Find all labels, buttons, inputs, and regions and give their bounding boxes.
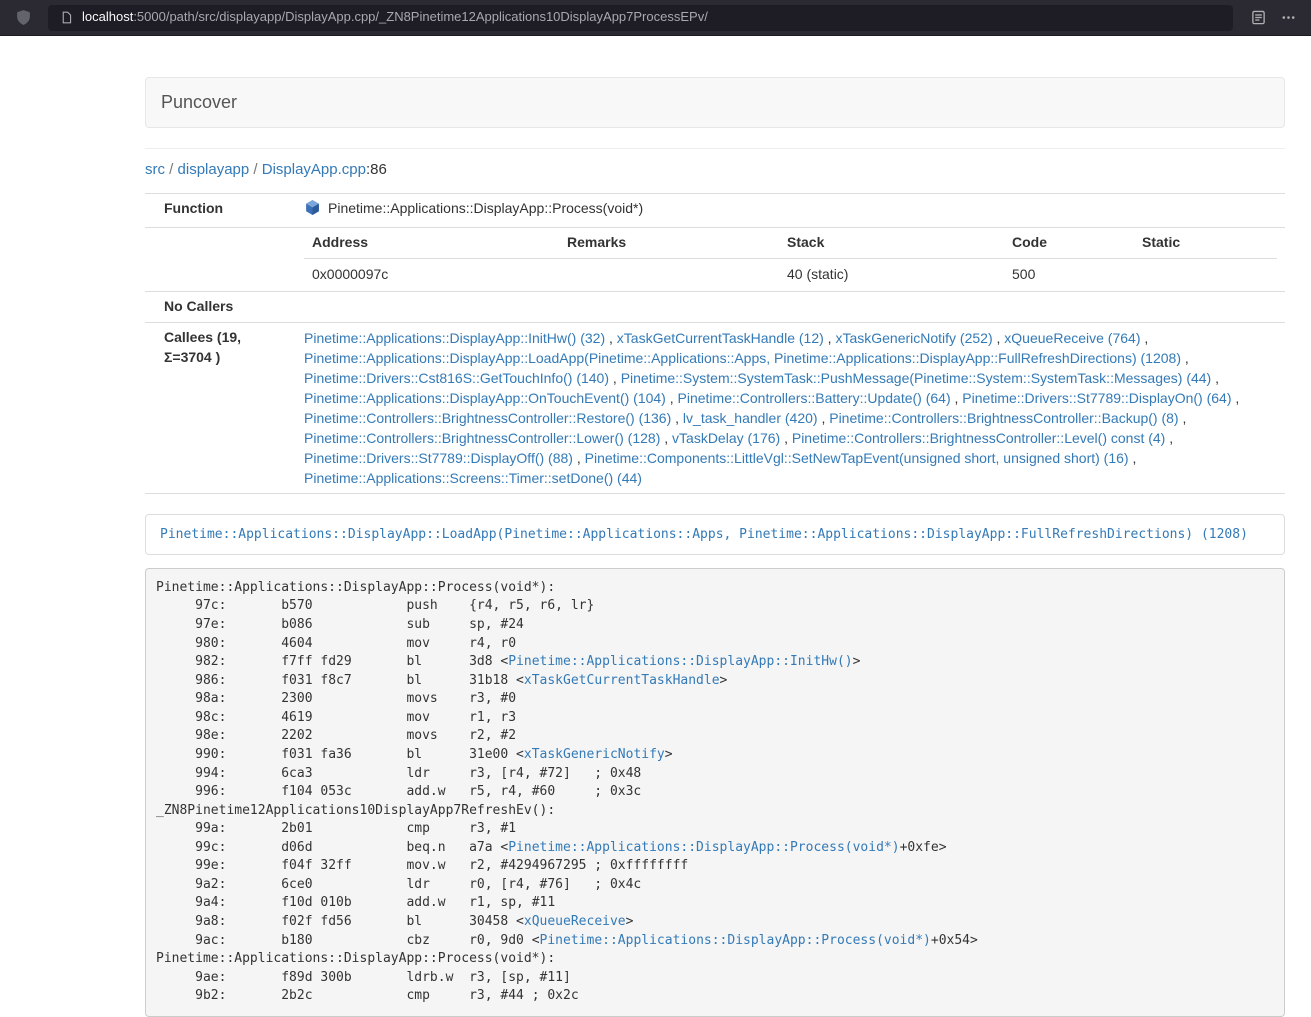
function-icon xyxy=(304,199,321,222)
callee-link[interactable]: lv_task_handler (420) xyxy=(683,410,818,426)
stack-value: 40 (static) xyxy=(779,259,1004,291)
url-path: :5000/path/src/displayapp/DisplayApp.cpp… xyxy=(133,9,708,24)
main-container: Puncover src / displayapp / DisplayApp.c… xyxy=(130,36,1300,1017)
url-text: localhost:5000/path/src/displayapp/Displ… xyxy=(82,8,708,27)
page-icon xyxy=(58,10,74,26)
stats-column-header: Remarks xyxy=(559,228,779,258)
breadcrumb-separator: / xyxy=(165,161,178,178)
breadcrumb-link[interactable]: src xyxy=(145,161,165,178)
callees-row: Callees (19, Σ=3704 ) Pinetime::Applicat… xyxy=(145,323,1285,494)
callee-link[interactable]: Pinetime::Applications::Screens::Timer::… xyxy=(304,470,642,486)
function-name: Pinetime::Applications::DisplayApp::Proc… xyxy=(328,200,643,216)
menu-dots-icon[interactable] xyxy=(1275,5,1301,31)
url-host: localhost xyxy=(82,9,133,24)
breadcrumb-line-number: :86 xyxy=(366,161,387,178)
stats-column-header: Address xyxy=(304,228,559,258)
breadcrumb-link[interactable]: DisplayApp.cpp xyxy=(262,161,366,178)
callee-link[interactable]: Pinetime::System::SystemTask::PushMessag… xyxy=(621,370,1212,386)
callee-link[interactable]: xTaskGenericNotify (252) xyxy=(835,330,992,346)
callee-link[interactable]: Pinetime::Drivers::Cst816S::GetTouchInfo… xyxy=(304,370,609,386)
callee-link[interactable]: Pinetime::Drivers::St7789::DisplayOff() … xyxy=(304,450,573,466)
caller-panel: Pinetime::Applications::DisplayApp::Load… xyxy=(145,514,1285,555)
disassembly-block: Pinetime::Applications::DisplayApp::Proc… xyxy=(145,568,1285,1017)
function-name-cell: Pinetime::Applications::DisplayApp::Proc… xyxy=(296,194,1285,228)
address-value: 0x0000097c xyxy=(304,259,559,291)
stats-row-label xyxy=(145,228,296,292)
breadcrumb-separator: / xyxy=(249,161,262,178)
code-symbol-link[interactable]: Pinetime::Applications::DisplayApp::Init… xyxy=(508,654,852,669)
browser-toolbar: localhost:5000/path/src/displayapp/Displ… xyxy=(0,0,1311,36)
breadcrumb: src / displayapp / DisplayApp.cpp:86 xyxy=(145,159,1285,180)
no-callers-label: No Callers xyxy=(145,292,296,323)
callees-label: Callees (19, Σ=3704 ) xyxy=(145,323,296,494)
callee-link[interactable]: Pinetime::Controllers::BrightnessControl… xyxy=(304,430,660,446)
stats-column-header: Static xyxy=(1134,228,1277,258)
callee-link[interactable]: Pinetime::Drivers::St7789::DisplayOn() (… xyxy=(962,390,1231,406)
code-symbol-link[interactable]: xTaskGetCurrentTaskHandle xyxy=(524,673,720,688)
stats-header-row: AddressRemarksStackCodeStatic xyxy=(304,228,1277,258)
remarks-value xyxy=(559,259,779,291)
code-symbol-link[interactable]: xTaskGenericNotify xyxy=(524,747,665,762)
caller-link[interactable]: Pinetime::Applications::DisplayApp::Load… xyxy=(160,527,1248,542)
callee-link[interactable]: Pinetime::Applications::DisplayApp::Init… xyxy=(304,330,605,346)
breadcrumb-link[interactable]: displayapp xyxy=(178,161,250,178)
code-symbol-link[interactable]: Pinetime::Applications::DisplayApp::Proc… xyxy=(540,933,931,948)
callee-link[interactable]: Pinetime::Controllers::BrightnessControl… xyxy=(792,430,1165,446)
callee-link[interactable]: xTaskGetCurrentTaskHandle (12) xyxy=(617,330,824,346)
callee-link[interactable]: Pinetime::Applications::DisplayApp::Load… xyxy=(304,350,1181,366)
function-row: Function Pinetime::Applications::Display… xyxy=(145,194,1285,228)
stats-row: AddressRemarksStackCodeStatic 0x0000097c… xyxy=(145,228,1285,292)
shield-icon[interactable] xyxy=(10,5,36,31)
stats-column-header: Code xyxy=(1004,228,1134,258)
stats-column-header: Stack xyxy=(779,228,1004,258)
function-label: Function xyxy=(145,194,296,228)
callee-link[interactable]: vTaskDelay (176) xyxy=(672,430,780,446)
reader-view-icon[interactable] xyxy=(1245,5,1271,31)
static-value xyxy=(1134,259,1277,291)
code-value: 500 xyxy=(1004,259,1134,291)
brand-link[interactable]: Puncover xyxy=(161,90,237,116)
callee-link[interactable]: xQueueReceive (764) xyxy=(1004,330,1140,346)
divider xyxy=(145,148,1285,149)
callees-cell: Pinetime::Applications::DisplayApp::Init… xyxy=(296,323,1285,494)
stats-cell: AddressRemarksStackCodeStatic 0x0000097c… xyxy=(296,228,1285,292)
stats-table: AddressRemarksStackCodeStatic 0x0000097c… xyxy=(304,228,1277,291)
callee-link[interactable]: Pinetime::Applications::DisplayApp::OnTo… xyxy=(304,390,666,406)
navbar: Puncover xyxy=(145,77,1285,128)
url-bar[interactable]: localhost:5000/path/src/displayapp/Displ… xyxy=(48,5,1233,31)
code-symbol-link[interactable]: xQueueReceive xyxy=(524,914,626,929)
symbol-table: Function Pinetime::Applications::Display… xyxy=(145,193,1285,494)
page: Puncover src / displayapp / DisplayApp.c… xyxy=(0,36,1311,1017)
stats-values-row: 0x0000097c 40 (static) 500 xyxy=(304,259,1277,291)
callee-link[interactable]: Pinetime::Components::LittleVgl::SetNewT… xyxy=(585,450,1129,466)
callee-link[interactable]: Pinetime::Controllers::Battery::Update()… xyxy=(678,390,951,406)
no-callers-row: No Callers xyxy=(145,292,1285,323)
code-symbol-link[interactable]: Pinetime::Applications::DisplayApp::Proc… xyxy=(508,840,899,855)
callee-link[interactable]: Pinetime::Controllers::BrightnessControl… xyxy=(829,410,1178,426)
callee-link[interactable]: Pinetime::Controllers::BrightnessControl… xyxy=(304,410,671,426)
no-callers-cell xyxy=(296,292,1285,323)
